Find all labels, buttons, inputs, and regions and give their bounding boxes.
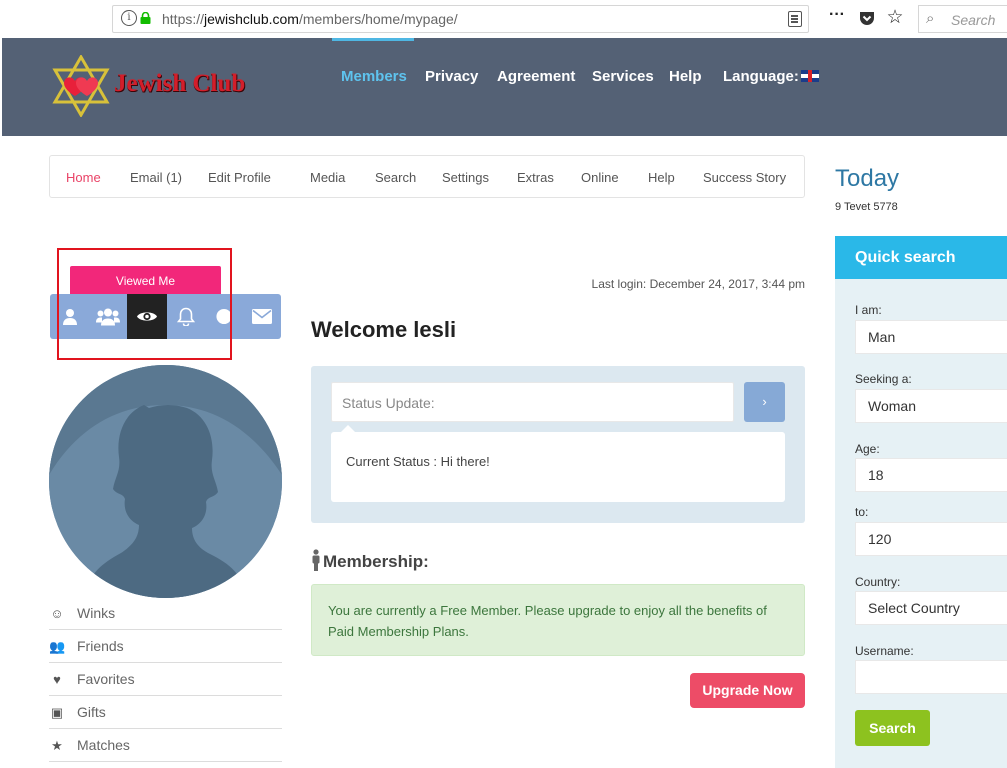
side-item-label: Friends xyxy=(77,638,124,654)
gift-icon: ▣ xyxy=(50,705,64,720)
username-input[interactable] xyxy=(855,660,1007,694)
status-panel: Status Update: › Current Status : Hi the… xyxy=(311,366,805,523)
quick-search-title: Quick search xyxy=(835,236,1007,279)
nav-language[interactable]: Language: xyxy=(723,68,819,85)
country-select[interactable]: Select Country xyxy=(855,591,1007,625)
subnav-extras[interactable]: Extras xyxy=(517,170,554,185)
search-icon: ⌕ xyxy=(926,10,935,27)
side-item-label: Gifts xyxy=(77,704,106,720)
subnav-online[interactable]: Online xyxy=(581,170,619,185)
heart-icon: ♥ xyxy=(53,672,61,687)
star-icon: ★ xyxy=(51,738,63,753)
subnav-success-story[interactable]: Success Story xyxy=(703,170,786,185)
quick-search-panel: Quick search I am: Man Seeking a: Woman … xyxy=(835,236,1007,768)
more-actions-icon[interactable]: ··· xyxy=(826,6,848,24)
age-label: Age: xyxy=(855,442,880,456)
search-placeholder: Search xyxy=(951,12,996,28)
member-subnav: Home Email (1) Edit Profile Media Search… xyxy=(49,155,805,198)
site-header: Jewish Club Members Privacy Agreement Se… xyxy=(2,38,1007,136)
side-item-gifts[interactable]: ▣ Gifts xyxy=(49,696,282,729)
i-am-select[interactable]: Man xyxy=(855,320,1007,354)
age-to-label: to: xyxy=(855,505,869,519)
side-item-favorites[interactable]: ♥ Favorites xyxy=(49,663,282,696)
side-item-winks[interactable]: ☺ Winks xyxy=(49,597,282,630)
highlight-annotation-box xyxy=(57,248,232,360)
nav-agreement[interactable]: Agreement xyxy=(497,68,575,85)
smile-icon: ☺ xyxy=(50,606,64,621)
bookmark-star-icon[interactable]: ☆ xyxy=(884,6,906,29)
side-item-friends[interactable]: 👥 Friends xyxy=(49,630,282,663)
status-submit-button[interactable]: › xyxy=(744,382,785,422)
subnav-settings[interactable]: Settings xyxy=(442,170,489,185)
browser-toolbar: i https://jewishclub.com/members/home/my… xyxy=(0,0,1007,38)
quick-search-button[interactable]: Search xyxy=(855,710,930,746)
nav-privacy[interactable]: Privacy xyxy=(425,68,478,85)
seeking-label: Seeking a: xyxy=(855,372,912,386)
person-icon xyxy=(312,549,320,571)
subnav-search[interactable]: Search xyxy=(375,170,416,185)
last-login: Last login: December 24, 2017, 3:44 pm xyxy=(591,277,805,291)
side-item-label: Winks xyxy=(77,605,116,621)
pocket-icon[interactable] xyxy=(858,9,876,27)
friends-icon: 👥 xyxy=(49,639,66,654)
envelope-icon[interactable] xyxy=(242,294,282,339)
age-to-select[interactable]: 120 xyxy=(855,522,1007,556)
profile-side-menu: ☺ Winks 👥 Friends ♥ Favorites ▣ Gifts ★ Match… xyxy=(49,597,282,762)
side-item-label: Matches xyxy=(77,737,130,753)
address-bar[interactable]: i https://jewishclub.com/members/home/my… xyxy=(112,5,809,33)
reader-view-icon[interactable] xyxy=(788,11,802,27)
uk-flag-icon xyxy=(800,70,819,82)
info-icon[interactable]: i xyxy=(121,10,137,26)
seeking-select[interactable]: Woman xyxy=(855,389,1007,423)
nav-services[interactable]: Services xyxy=(592,68,654,85)
i-am-label: I am: xyxy=(855,303,882,317)
star-of-david-hearts-logo[interactable] xyxy=(50,55,112,117)
subnav-help[interactable]: Help xyxy=(648,170,675,185)
membership-heading-text: Membership: xyxy=(323,552,429,571)
country-label: Country: xyxy=(855,575,901,589)
url-text: https://jewishclub.com/members/home/mypa… xyxy=(162,11,458,27)
silhouette-placeholder-icon xyxy=(49,365,282,598)
membership-heading: Membership: xyxy=(311,549,429,572)
nav-language-label: Language: xyxy=(723,68,799,85)
welcome-heading: Welcome lesli xyxy=(311,317,457,342)
username-label: Username: xyxy=(855,644,914,658)
today-heading: Today xyxy=(835,165,900,192)
side-item-label: Favorites xyxy=(77,671,135,687)
brand-name[interactable]: Jewish Club xyxy=(114,70,245,98)
age-from-select[interactable]: 18 xyxy=(855,458,1007,492)
subnav-email[interactable]: Email (1) xyxy=(130,170,182,185)
subnav-edit-profile[interactable]: Edit Profile xyxy=(208,170,271,185)
nav-help[interactable]: Help xyxy=(669,68,702,85)
hebrew-date: 9 Tevet 5778 xyxy=(835,201,898,213)
lock-icon xyxy=(140,12,151,24)
avatar[interactable] xyxy=(49,365,282,598)
current-status: Current Status : Hi there! xyxy=(331,425,785,502)
upgrade-now-button[interactable]: Upgrade Now xyxy=(690,673,805,708)
subnav-media[interactable]: Media xyxy=(310,170,345,185)
membership-notice: You are currently a Free Member. Please … xyxy=(311,584,805,656)
active-nav-indicator xyxy=(332,38,414,41)
status-update-input[interactable]: Status Update: xyxy=(331,382,734,422)
browser-search-box[interactable]: ⌕ Search xyxy=(918,5,1007,33)
nav-members[interactable]: Members xyxy=(341,68,407,85)
subnav-home[interactable]: Home xyxy=(66,170,101,185)
side-item-matches[interactable]: ★ Matches xyxy=(49,729,282,762)
